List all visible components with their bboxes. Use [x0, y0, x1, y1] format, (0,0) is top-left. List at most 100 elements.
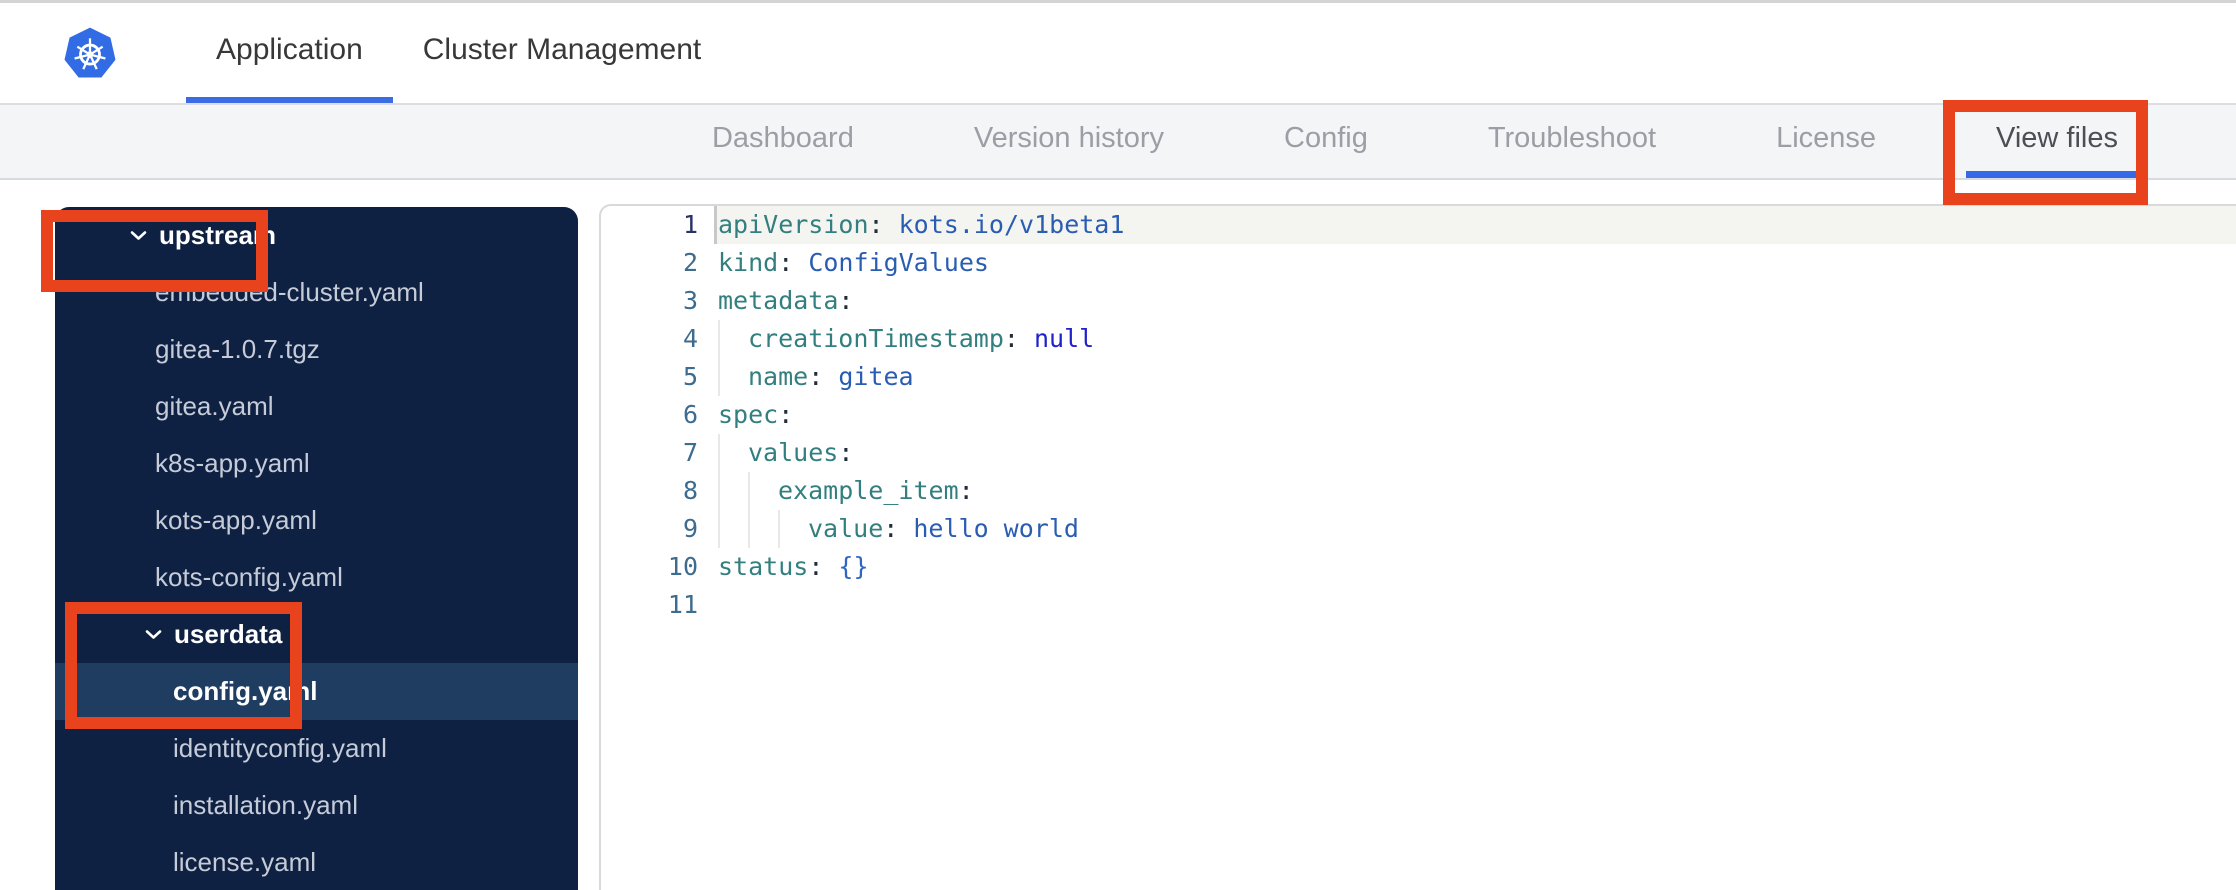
app-subnav: Dashboard Version history Config Troublesho…: [0, 105, 2236, 180]
tree-item-label: gitea-1.0.7.tgz: [155, 334, 320, 364]
code-line-9: 9 value: hello world: [601, 510, 2236, 548]
line-number: 4: [682, 324, 698, 353]
file-tree-sidebar: upstream embedded-cluster.yaml gitea-1.0.7…: [55, 207, 578, 890]
indent-guide: [748, 472, 778, 510]
tree-item-label: installation.yaml: [173, 790, 358, 820]
code-token-value: ConfigValues: [808, 248, 989, 277]
code-line-11: 11: [601, 586, 2236, 624]
code-token-punc: :: [778, 400, 794, 429]
line-number: 7: [682, 438, 698, 467]
line-number: 6: [682, 400, 698, 429]
code-token-punc: :: [958, 476, 974, 505]
code-token-punc: :: [838, 438, 854, 467]
code-line-3: 3 metadata:: [601, 282, 2236, 320]
tree-file-embedded-cluster-yaml[interactable]: embedded-cluster.yaml: [55, 264, 578, 321]
header-tab-cluster-management[interactable]: Cluster Management: [393, 3, 731, 103]
code-line-1: 1 apiVersion: kots.io/v1beta1: [601, 206, 2236, 244]
tree-folder-userdata[interactable]: userdata: [55, 606, 578, 663]
code-line-7: 7 values:: [601, 434, 2236, 472]
code-line-4: 4 creationTimestamp: null: [601, 320, 2236, 358]
code-line-content: spec:: [714, 396, 2236, 434]
tree-file-kots-app-yaml[interactable]: kots-app.yaml: [55, 492, 578, 549]
tree-item-label: kots-config.yaml: [155, 562, 343, 592]
line-number: 10: [667, 552, 698, 581]
tree-file-installation-yaml[interactable]: installation.yaml: [55, 777, 578, 834]
code-line-content: status: {}: [714, 548, 2236, 586]
tree-file-k8s-app-yaml[interactable]: k8s-app.yaml: [55, 435, 578, 492]
chevron-down-icon: [130, 230, 147, 241]
code-line-content: kind: ConfigValues: [714, 244, 2236, 282]
subnav-tab-license[interactable]: License: [1746, 105, 1906, 178]
line-number: 8: [682, 476, 698, 505]
code-token-keyword: null: [1033, 324, 1095, 353]
tree-file-config-yaml[interactable]: config.yaml: [55, 663, 578, 720]
tree-file-identityconfig-yaml[interactable]: identityconfig.yaml: [55, 720, 578, 777]
code-token-key: status: [718, 552, 809, 581]
code-token-punc: :: [868, 210, 899, 239]
code-line-content: [714, 586, 2236, 624]
line-number: 9: [682, 514, 698, 543]
code-token-punc: :: [838, 286, 854, 315]
code-token-key: name: [748, 362, 809, 391]
indent-guide: [718, 358, 748, 396]
chevron-down-icon: [145, 629, 162, 640]
code-token-key: kind: [718, 248, 779, 277]
code-token-brace: {}: [838, 552, 869, 581]
line-number: 5: [682, 362, 698, 391]
code-line-2: 2 kind: ConfigValues: [601, 244, 2236, 282]
code-token-punc: :: [808, 552, 839, 581]
header-tabs: Application Cluster Management: [186, 3, 731, 103]
tree-item-label: gitea.yaml: [155, 391, 274, 421]
tree-file-gitea-yaml[interactable]: gitea.yaml: [55, 378, 578, 435]
code-line-content: creationTimestamp: null: [714, 320, 2236, 358]
line-number: 11: [667, 590, 698, 619]
code-line-content: value: hello world: [714, 510, 2236, 548]
tree-item-label: embedded-cluster.yaml: [155, 277, 424, 307]
tree-item-label: kots-app.yaml: [155, 505, 317, 535]
indent-guide: [718, 510, 748, 548]
subnav-tab-troubleshoot[interactable]: Troubleshoot: [1458, 105, 1686, 178]
tree-item-label: k8s-app.yaml: [155, 448, 310, 478]
line-number: 1: [682, 210, 698, 239]
tree-file-license-yaml[interactable]: license.yaml: [55, 834, 578, 890]
code-token-key: spec: [718, 400, 779, 429]
indent-guide: [748, 510, 778, 548]
indent-guide: [778, 510, 808, 548]
code-token-punc: :: [808, 362, 839, 391]
code-token-value: hello world: [913, 514, 1079, 543]
code-line-content: apiVersion: kots.io/v1beta1: [714, 206, 2236, 244]
tree-file-gitea-1-0-7-tgz[interactable]: gitea-1.0.7.tgz: [55, 321, 578, 378]
code-token-punc: :: [1003, 324, 1034, 353]
kubernetes-logo[interactable]: [62, 26, 118, 82]
line-number: 3: [682, 286, 698, 315]
subnav-tab-config[interactable]: Config: [1254, 105, 1398, 178]
header-tab-application[interactable]: Application: [186, 3, 393, 103]
tree-item-label: license.yaml: [173, 847, 317, 877]
code-line-content: metadata:: [714, 282, 2236, 320]
app-header: Application Cluster Management: [0, 3, 2236, 105]
code-token-key: apiVersion: [718, 210, 869, 239]
subnav-tab-version-history[interactable]: Version history: [944, 105, 1194, 178]
code-token-key: creationTimestamp: [748, 324, 1004, 353]
yaml-file-viewer[interactable]: 1 apiVersion: kots.io/v1beta1 2 kind: Confi…: [599, 204, 2236, 890]
tree-folder-upstream[interactable]: upstream: [55, 207, 578, 264]
tree-file-kots-config-yaml[interactable]: kots-config.yaml: [55, 549, 578, 606]
code-line-6: 6 spec:: [601, 396, 2236, 434]
code-token-punc: :: [883, 514, 914, 543]
subnav-tab-view-files[interactable]: View files: [1966, 105, 2148, 178]
line-number: 2: [682, 248, 698, 277]
code-line-10: 10 status: {}: [601, 548, 2236, 586]
subnav-tab-dashboard[interactable]: Dashboard: [682, 105, 884, 178]
code-line-content: values:: [714, 434, 2236, 472]
indent-guide: [718, 434, 748, 472]
code-line-8: 8 example_item:: [601, 472, 2236, 510]
kubernetes-logo-icon: [64, 27, 116, 78]
tree-item-label: config.yaml: [173, 676, 318, 706]
indent-guide: [718, 320, 748, 358]
tree-item-label: identityconfig.yaml: [173, 733, 387, 763]
tree-item-label: userdata: [174, 619, 283, 649]
code-token-key: example_item: [778, 476, 959, 505]
code-line-content: name: gitea: [714, 358, 2236, 396]
code-token-value: kots.io/v1beta1: [898, 210, 1125, 239]
code-token-value: gitea: [838, 362, 914, 391]
